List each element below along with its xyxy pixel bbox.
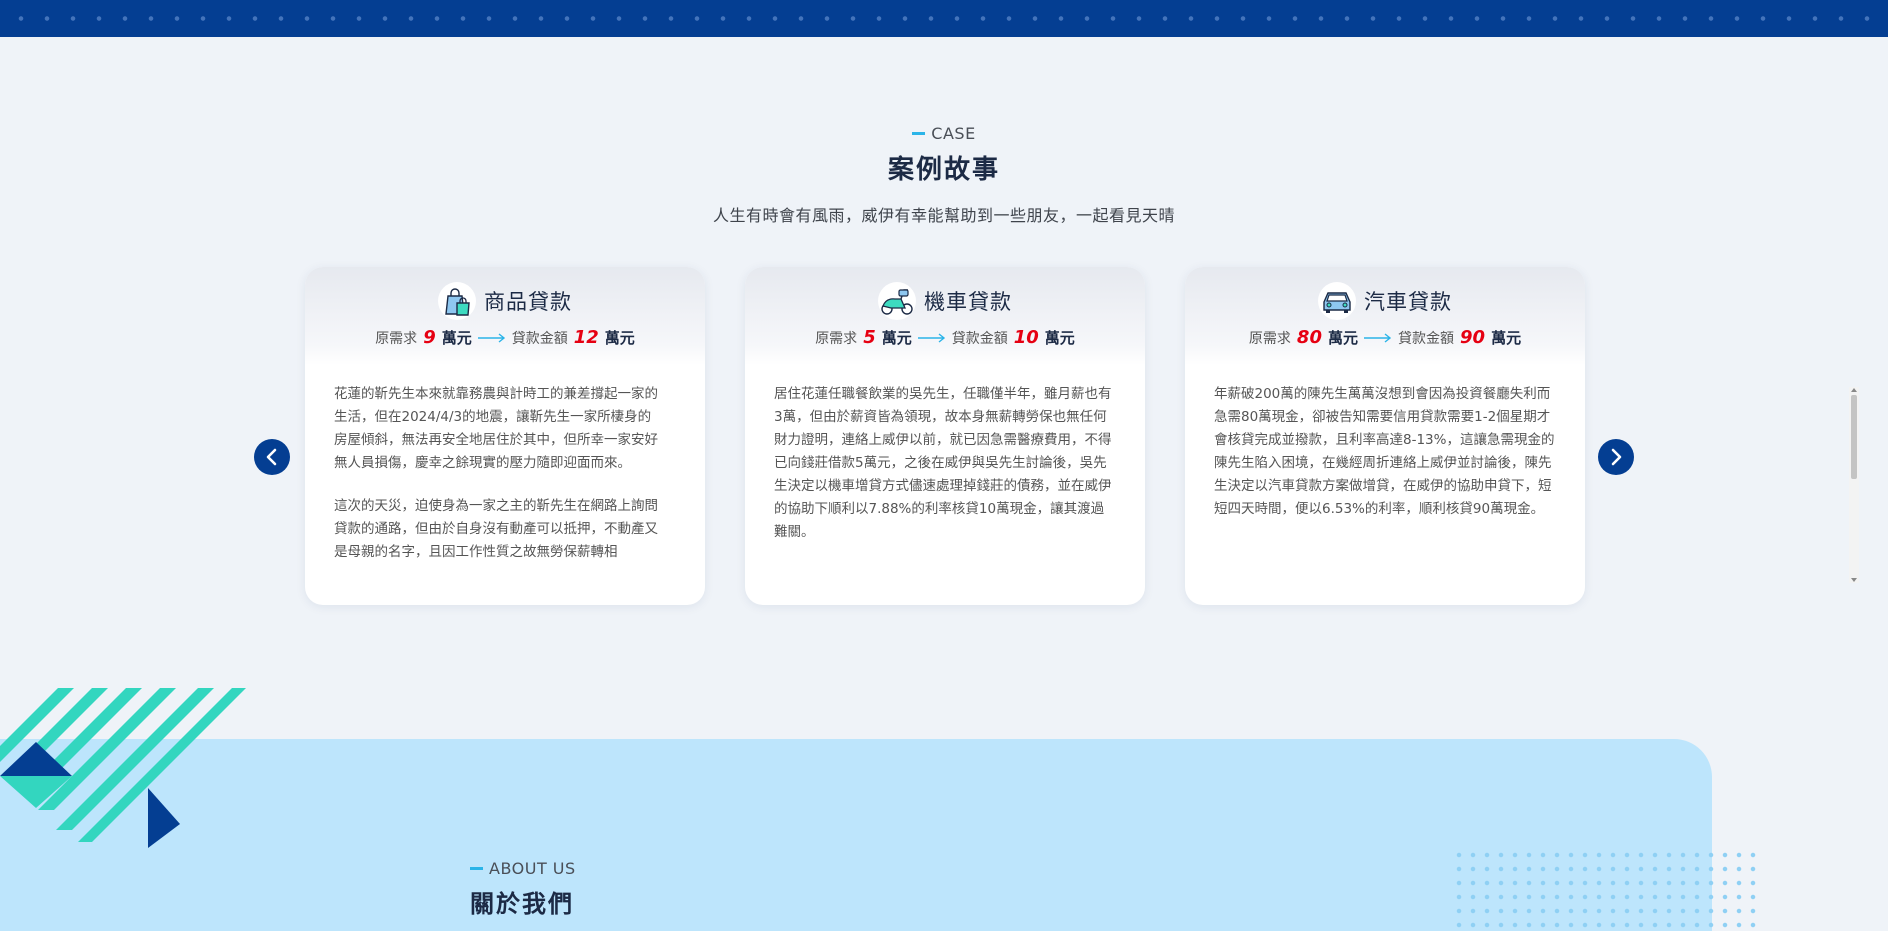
section-title: 案例故事 bbox=[887, 155, 1000, 185]
car-icon bbox=[1318, 282, 1356, 320]
case-section-header: CASE 案例故事 人生有時會有風雨，威伊有幸能幫助到一些朋友，一起看見天晴 bbox=[0, 120, 1888, 226]
case-card-scooter-loan[interactable]: 機車貸款 原需求 5 萬元 貸款金額 10 萬元 居住花蓮任職餐飲業的吳先生，任… bbox=[745, 267, 1145, 605]
loan-value: 12 bbox=[573, 327, 599, 348]
decorative-stripes-graphic bbox=[0, 688, 246, 848]
section-eyebrow: CASE bbox=[912, 124, 975, 143]
about-title: 關於我們 bbox=[470, 890, 574, 918]
card-body: 居住花蓮任職餐飲業的吳先生，任職僅半年，雖月薪也有3萬，但由於薪資皆為領現，故本… bbox=[745, 365, 1145, 587]
scroll-up-icon[interactable] bbox=[1851, 388, 1857, 392]
need-label: 原需求 bbox=[815, 330, 858, 347]
section-subtitle: 人生有時會有風雨，威伊有幸能幫助到一些朋友，一起看見天晴 bbox=[712, 206, 1175, 225]
need-label: 原需求 bbox=[375, 330, 418, 347]
case-card-product-loan[interactable]: 商品貸款 原需求 9 萬元 貸款金額 12 萬元 花蓮的靳先生本來就靠務農與計時… bbox=[305, 267, 705, 605]
top-banner bbox=[0, 0, 1888, 37]
carousel-prev-button[interactable] bbox=[254, 439, 290, 475]
case-paragraph: 年薪破200萬的陳先生萬萬沒想到會因為投資餐廳失利而急需80萬現金，卻被告知需要… bbox=[1214, 386, 1555, 517]
need-unit: 萬元 bbox=[1327, 329, 1358, 347]
loan-unit: 萬元 bbox=[1491, 329, 1522, 347]
loan-label: 貸款金額 bbox=[951, 330, 1008, 347]
card-body: 年薪破200萬的陳先生萬萬沒想到會因為投資餐廳失利而急需80萬現金，卻被告知需要… bbox=[1185, 365, 1585, 587]
loan-label: 貸款金額 bbox=[511, 330, 568, 347]
card-header: 機車貸款 原需求 5 萬元 貸款金額 10 萬元 bbox=[745, 267, 1145, 365]
need-label: 原需求 bbox=[1248, 330, 1291, 347]
need-value: 80 bbox=[1296, 327, 1322, 348]
arrow-right-icon bbox=[917, 332, 945, 343]
shopping-bag-icon bbox=[438, 282, 476, 320]
card-title: 商品貸款 bbox=[484, 290, 572, 314]
scooter-icon bbox=[878, 282, 916, 320]
chevron-left-icon bbox=[266, 448, 277, 466]
card-title: 汽車貸款 bbox=[1364, 290, 1452, 314]
need-value: 5 bbox=[863, 327, 876, 348]
amount-row: 原需求 80 萬元 貸款金額 90 萬元 bbox=[1185, 327, 1585, 348]
card-title: 機車貸款 bbox=[924, 290, 1012, 314]
need-unit: 萬元 bbox=[441, 329, 472, 347]
scroll-down-icon[interactable] bbox=[1851, 578, 1857, 582]
need-unit: 萬元 bbox=[881, 329, 912, 347]
loan-label: 貸款金額 bbox=[1398, 330, 1454, 347]
amount-row: 原需求 9 萬元 貸款金額 12 萬元 bbox=[305, 327, 705, 348]
scrollbar-thumb[interactable] bbox=[1851, 395, 1857, 479]
case-paragraph: 這次的天災，迫使身為一家之主的靳先生在網路上詢問貸款的通路，但由於自身沒有動產可… bbox=[334, 498, 658, 560]
case-paragraph: 居住花蓮任職餐飲業的吳先生，任職僅半年，雖月薪也有3萬，但由於薪資皆為領現，故本… bbox=[774, 386, 1112, 540]
arrow-right-icon bbox=[1364, 332, 1392, 343]
arrow-right-icon bbox=[477, 332, 505, 343]
card-scrollbar[interactable] bbox=[1849, 387, 1859, 583]
need-value: 9 bbox=[423, 327, 436, 348]
loan-value: 10 bbox=[1013, 327, 1039, 348]
loan-unit: 萬元 bbox=[604, 329, 635, 347]
about-eyebrow: ABOUT US bbox=[470, 859, 576, 878]
amount-row: 原需求 5 萬元 貸款金額 10 萬元 bbox=[745, 327, 1145, 348]
eyebrow-text: CASE bbox=[931, 124, 976, 143]
case-paragraph: 花蓮的靳先生本來就靠務農與計時工的兼差撐起一家的生活，但在2024/4/3的地震… bbox=[334, 386, 658, 471]
case-card-car-loan[interactable]: 汽車貸款 原需求 80 萬元 貸款金額 90 萬元 年薪破200萬的陳先生萬萬沒… bbox=[1185, 267, 1585, 605]
eyebrow-dash bbox=[470, 867, 483, 870]
about-section-header: ABOUT US 關於我們 bbox=[470, 855, 576, 919]
card-header: 汽車貸款 原需求 80 萬元 貸款金額 90 萬元 bbox=[1185, 267, 1585, 365]
card-body[interactable]: 花蓮的靳先生本來就靠務農與計時工的兼差撐起一家的生活，但在2024/4/3的地震… bbox=[305, 365, 705, 587]
card-header: 商品貸款 原需求 9 萬元 貸款金額 12 萬元 bbox=[305, 267, 705, 365]
decorative-dot-grid bbox=[1452, 848, 1756, 931]
chevron-right-icon bbox=[1611, 448, 1622, 466]
loan-unit: 萬元 bbox=[1044, 329, 1075, 347]
about-eyebrow-text: ABOUT US bbox=[489, 859, 576, 878]
loan-value: 90 bbox=[1460, 327, 1486, 348]
carousel-next-button[interactable] bbox=[1598, 439, 1634, 475]
eyebrow-dash bbox=[912, 132, 926, 135]
